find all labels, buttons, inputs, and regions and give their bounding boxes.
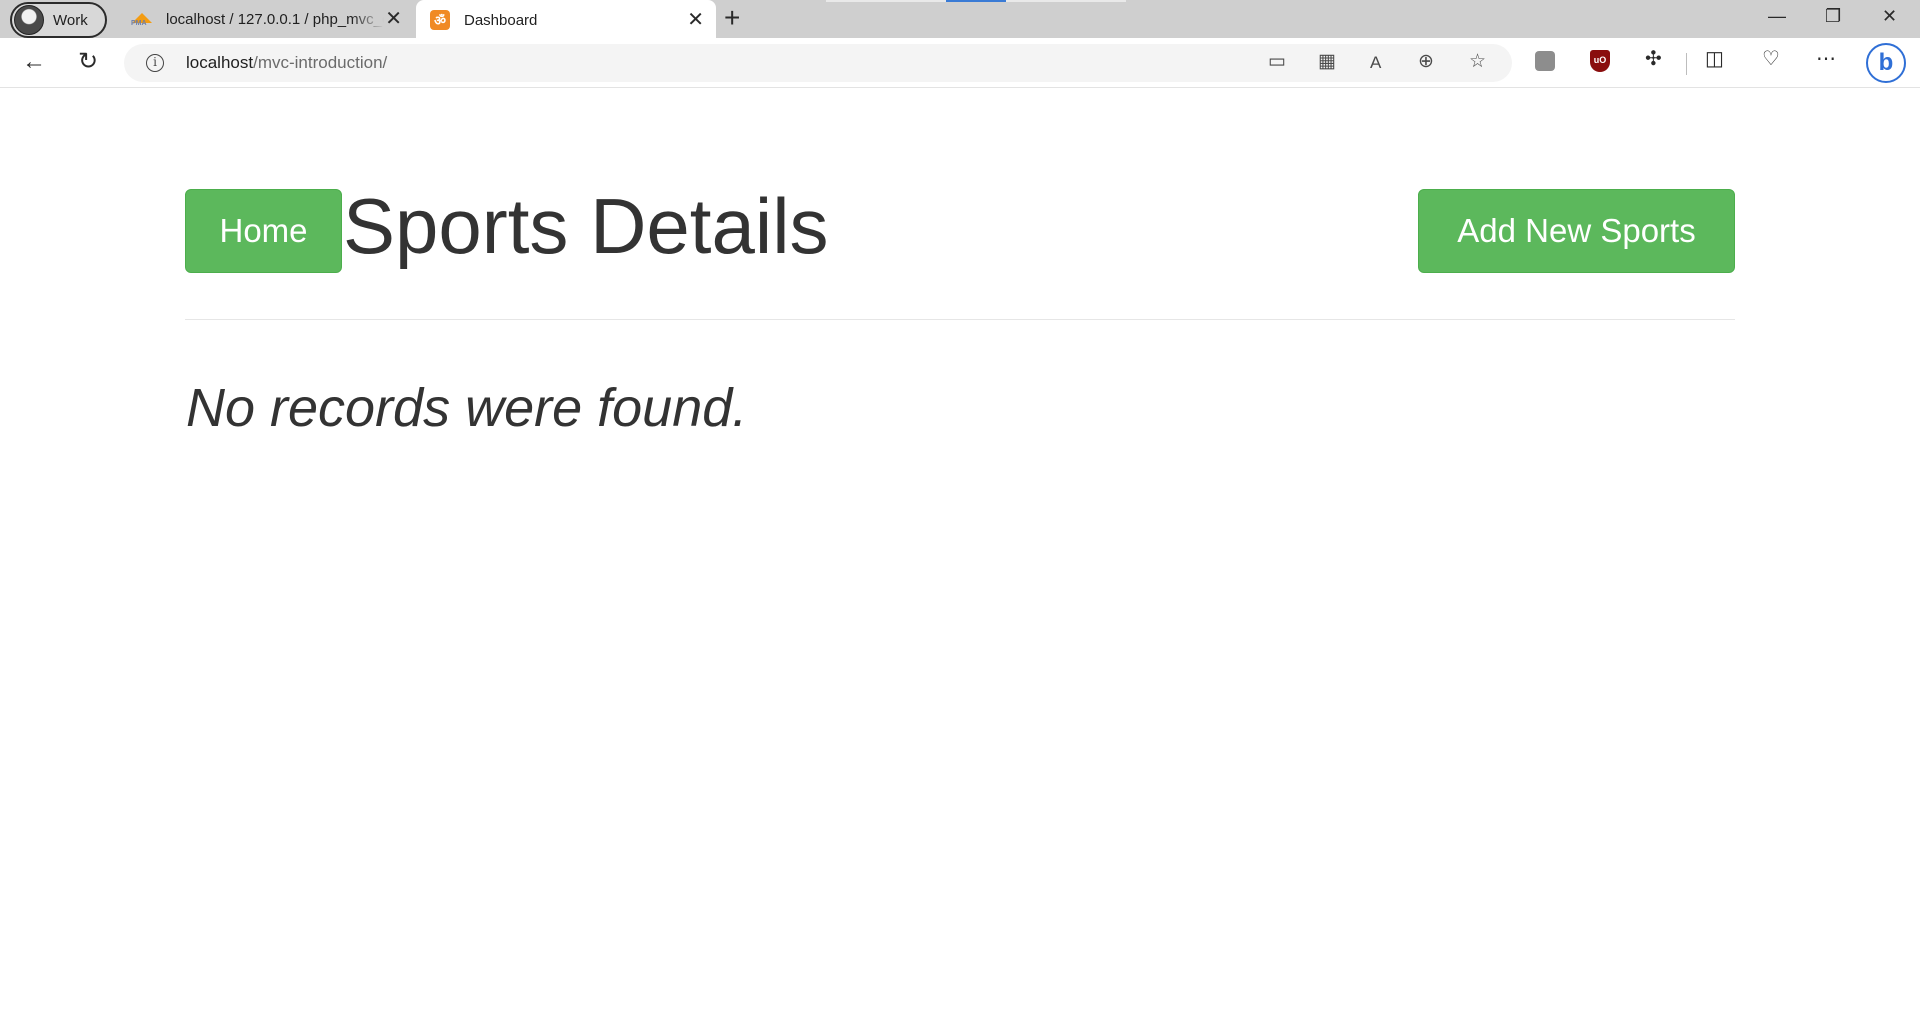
tab-dashboard[interactable]: ॐ Dashboard ✕: [416, 0, 716, 40]
extensions-puzzle-icon[interactable]: ✣: [1645, 49, 1662, 69]
add-new-sports-button[interactable]: Add New Sports: [1418, 189, 1735, 273]
qr-code-icon[interactable]: ▦: [1318, 52, 1336, 71]
loading-indicator: [946, 0, 1006, 2]
url-text[interactable]: localhost/mvc-introduction/: [186, 53, 387, 73]
profile-label: Work: [53, 11, 88, 29]
profile-button[interactable]: Work: [10, 2, 107, 38]
favorite-star-icon[interactable]: ☆: [1469, 52, 1486, 71]
tab-title: Dashboard: [464, 11, 538, 29]
browser-essentials-icon[interactable]: ♡: [1762, 49, 1780, 69]
divider: [185, 319, 1735, 320]
toolbar-divider: [1686, 53, 1687, 75]
url-path: /mvc-introduction/: [253, 53, 388, 72]
tab-title: localhost / 127.0.0.1 / php_mvc_c: [166, 10, 384, 28]
app-available-icon[interactable]: ▭: [1268, 52, 1286, 71]
window-close-button[interactable]: ✕: [1882, 6, 1897, 27]
zoom-icon[interactable]: ⊕: [1418, 52, 1434, 71]
refresh-icon[interactable]: ↻: [78, 50, 98, 74]
page-content: Home Sports Details Add New Sports No re…: [0, 89, 1920, 1030]
loading-track: [826, 0, 946, 2]
new-tab-button[interactable]: +: [724, 4, 740, 32]
minimize-button[interactable]: —: [1768, 6, 1786, 27]
extension-icon[interactable]: [1535, 51, 1555, 71]
info-icon[interactable]: i: [146, 54, 164, 72]
home-button[interactable]: Home: [185, 189, 342, 273]
xampp-icon: ॐ: [430, 10, 450, 30]
split-screen-icon[interactable]: ◫: [1705, 49, 1724, 69]
phpmyadmin-icon: [130, 12, 154, 27]
close-icon[interactable]: ✕: [385, 9, 402, 29]
copilot-icon[interactable]: b: [1866, 43, 1906, 83]
page-title: Sports Details: [343, 182, 829, 270]
url-host: localhost: [186, 53, 254, 72]
avatar: [14, 5, 44, 35]
more-menu-icon[interactable]: ⋯: [1816, 49, 1836, 69]
tab-strip: Work localhost / 127.0.0.1 / php_mvc_c ✕…: [0, 0, 1920, 40]
browser-toolbar: ← ↻ i localhost/mvc-introduction/ ▭ ▦ A …: [0, 38, 1920, 88]
restore-button[interactable]: ❐: [1825, 6, 1841, 27]
close-icon[interactable]: ✕: [687, 10, 704, 30]
tab-phpmyadmin[interactable]: localhost / 127.0.0.1 / php_mvc_c ✕: [124, 0, 414, 38]
address-bar[interactable]: i localhost/mvc-introduction/ ▭ ▦ A ⊕ ☆: [124, 44, 1512, 82]
read-aloud-icon[interactable]: A: [1370, 54, 1381, 71]
empty-state-message: No records were found.: [186, 378, 748, 438]
back-icon[interactable]: ←: [22, 50, 46, 74]
ublock-icon[interactable]: uO: [1590, 50, 1610, 72]
loading-track: [1006, 0, 1126, 2]
